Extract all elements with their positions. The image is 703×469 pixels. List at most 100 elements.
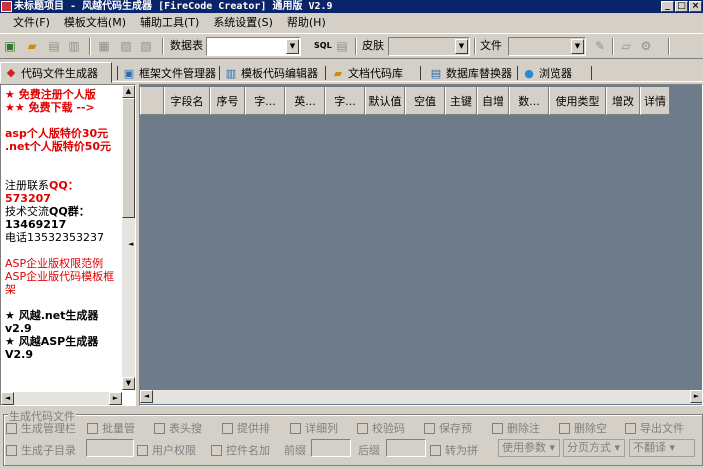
folder-icon[interactable]: ▱ [618, 38, 634, 54]
checkbox-remove-empty[interactable]: 删除空 [559, 420, 607, 436]
checkbox-subdirectory[interactable]: 生成子目录 [6, 442, 76, 458]
column-header[interactable]: 序号 [210, 87, 245, 115]
open-folder-icon[interactable]: ▰ [24, 38, 40, 54]
column-header[interactable]: 自增 [477, 87, 509, 115]
datatable-select[interactable]: ▼ [206, 37, 301, 56]
checkbox-box[interactable] [424, 422, 435, 434]
scroll-left-icon[interactable]: ◄ [140, 390, 153, 403]
promo-vertical-scrollbar[interactable]: ▲ ▼ [122, 85, 135, 390]
column-header[interactable]: 数... [509, 87, 549, 115]
checkbox-box[interactable] [625, 422, 636, 434]
column-header[interactable]: 空值 [405, 87, 445, 115]
checkbox-box[interactable] [137, 444, 148, 456]
maximize-button[interactable]: □ [675, 1, 688, 12]
checkbox-box[interactable] [6, 444, 17, 456]
settings-icon[interactable]: ⚙ [638, 38, 654, 54]
menu-template-docs[interactable]: 模板文档(M) [57, 13, 133, 33]
dropdown-value: 分页方式 [567, 441, 611, 454]
menu-help[interactable]: 帮助(H) [280, 13, 333, 33]
sql-icon[interactable]: ▤ [334, 38, 350, 54]
prefix-input[interactable] [311, 439, 351, 457]
menu-tools[interactable]: 辅助工具(T) [133, 13, 206, 33]
file-select[interactable]: ▼ [508, 37, 586, 56]
close-button[interactable]: × [689, 1, 702, 12]
tab-doc-library[interactable]: ▰ 文档代码库 [328, 64, 418, 82]
asp-permission-link[interactable]: ASP企业版权限范例 [5, 257, 117, 270]
checkbox-box[interactable] [87, 422, 98, 434]
checkbox-box[interactable] [290, 422, 301, 434]
product-asp[interactable]: ★ 风越ASP生成器 [5, 335, 117, 348]
column-header[interactable]: 英... [285, 87, 325, 115]
save-icon[interactable]: ▤ [46, 38, 62, 54]
tab-browser[interactable]: ● 浏览器 [519, 64, 591, 82]
checkbox-box[interactable] [430, 444, 441, 456]
chevron-down-icon[interactable]: ▼ [455, 39, 468, 54]
group-label: 技术交流 [5, 205, 49, 218]
promo-download-link[interactable]: ★★ 免费下载 --> [5, 101, 117, 114]
suffix-input[interactable] [386, 439, 426, 457]
column-header[interactable]: 字段名 [164, 87, 210, 115]
tab-code-generator[interactable]: ◆ 代码文件生成器 [0, 62, 112, 83]
checkbox-manage-bar[interactable]: 生成管理栏 [6, 420, 76, 436]
tab-template-editor[interactable]: ▥ 模板代码编辑器 [221, 64, 325, 82]
asp-template-link[interactable]: ASP企业版代码模板框架 [5, 270, 117, 296]
tab-label: 浏览器 [539, 67, 572, 80]
scroll-down-icon[interactable]: ▼ [122, 377, 135, 390]
menu-file[interactable]: 文件(F) [6, 13, 57, 33]
checkbox-sort[interactable]: 提供排 [222, 420, 270, 436]
product-asp-version: V2.9 [5, 348, 33, 361]
column-header[interactable]: 字... [325, 87, 365, 115]
checkbox-box[interactable] [222, 422, 233, 434]
scroll-left-icon[interactable]: ◄ [1, 392, 14, 405]
print-icon[interactable]: ▦ [96, 38, 112, 54]
copy-icon[interactable]: ▨ [138, 38, 154, 54]
new-file-icon[interactable]: ▣ [2, 38, 18, 54]
param-dropdown[interactable]: 使用参数 ▾ [498, 439, 560, 457]
checkbox-box[interactable] [6, 422, 17, 434]
promo-register-link[interactable]: ★ 免费注册个人版 [5, 88, 117, 101]
checkbox-batch[interactable]: 批量管 [87, 420, 135, 436]
product-net[interactable]: ★ 风越.net生成器 [5, 309, 117, 322]
column-header[interactable]: 详情 [640, 87, 670, 115]
tab-framework-manager[interactable]: ▣ 框架文件管理器 [119, 64, 218, 82]
scroll-thumb[interactable] [122, 98, 135, 218]
menu-settings[interactable]: 系统设置(S) [206, 13, 280, 33]
scroll-right-icon[interactable]: ► [109, 392, 122, 405]
chevron-down-icon[interactable]: ▼ [286, 39, 299, 54]
column-header[interactable]: 使用类型 [549, 87, 606, 115]
scroll-right-icon[interactable]: ► [690, 390, 702, 403]
minimize-button[interactable]: _ [661, 1, 674, 12]
translate-dropdown[interactable]: 不翻译 ▾ [629, 439, 695, 457]
checkbox-control-name[interactable]: 控件名加 [211, 442, 270, 458]
checkbox-box[interactable] [211, 444, 222, 456]
preview-icon[interactable]: ▧ [118, 38, 134, 54]
column-header[interactable]: 默认值 [365, 87, 405, 115]
promo-horizontal-scrollbar[interactable]: ◄ ► [1, 392, 122, 405]
save-all-icon[interactable]: ▥ [66, 38, 82, 54]
collapse-arrow-icon[interactable]: ◄ [128, 240, 133, 248]
scroll-up-icon[interactable]: ▲ [122, 85, 135, 98]
checkbox-box[interactable] [492, 422, 503, 434]
edit-icon[interactable]: ✎ [592, 38, 608, 54]
checkbox-box[interactable] [154, 422, 165, 434]
grid-horizontal-scrollbar[interactable]: ◄ ► [140, 390, 702, 404]
chevron-down-icon[interactable]: ▼ [571, 39, 584, 54]
checkbox-detail-column[interactable]: 详细列 [290, 420, 338, 436]
column-header[interactable]: 主键 [445, 87, 477, 115]
checkbox-box[interactable] [357, 422, 368, 434]
column-header[interactable]: 增改 [606, 87, 640, 115]
subdirectory-input[interactable] [86, 439, 134, 457]
checkbox-user-permission[interactable]: 用户权限 [137, 442, 196, 458]
checkbox-remove-comments[interactable]: 删除注 [492, 420, 540, 436]
checkbox-export-file[interactable]: 导出文件 [625, 420, 684, 436]
checkbox-header-search[interactable]: 表头搜 [154, 420, 202, 436]
checkbox-pinyin[interactable]: 转为拼 [430, 442, 478, 458]
paging-dropdown[interactable]: 分页方式 ▾ [563, 439, 625, 457]
checkbox-verify-code[interactable]: 校验码 [357, 420, 405, 436]
column-header[interactable]: 字... [245, 87, 285, 115]
checkbox-save-preview[interactable]: 保存预 [424, 420, 472, 436]
checkbox-box[interactable] [559, 422, 570, 434]
skin-select[interactable]: ▼ [388, 37, 470, 56]
price-net: .net个人版特价50元 [5, 140, 112, 153]
tab-db-replacer[interactable]: ▤ 数据库替换器 [426, 64, 517, 82]
